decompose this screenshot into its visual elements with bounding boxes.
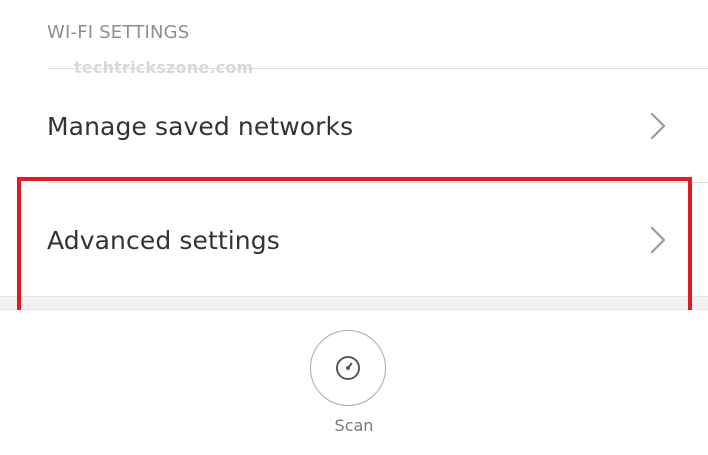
chevron-right-icon <box>650 112 668 140</box>
chevron-right-icon <box>650 226 668 254</box>
manage-saved-networks-label: Manage saved networks <box>47 111 354 141</box>
advanced-settings-label: Advanced settings <box>47 225 280 255</box>
wifi-settings-screen: WI-FI SETTINGS techtrickszone.com Manage… <box>0 0 708 455</box>
wifi-settings-section-title: WI-FI SETTINGS <box>47 22 190 43</box>
advanced-settings-row[interactable]: Advanced settings <box>0 184 708 296</box>
manage-saved-networks-row[interactable]: Manage saved networks <box>0 70 708 182</box>
section-bottom-spacer <box>0 296 708 310</box>
scan-area: Scan <box>0 310 708 455</box>
scan-label: Scan <box>334 416 374 435</box>
gauge-icon <box>336 356 360 380</box>
middle-divider <box>47 182 708 183</box>
scan-button[interactable] <box>310 330 386 406</box>
top-divider <box>47 68 708 69</box>
